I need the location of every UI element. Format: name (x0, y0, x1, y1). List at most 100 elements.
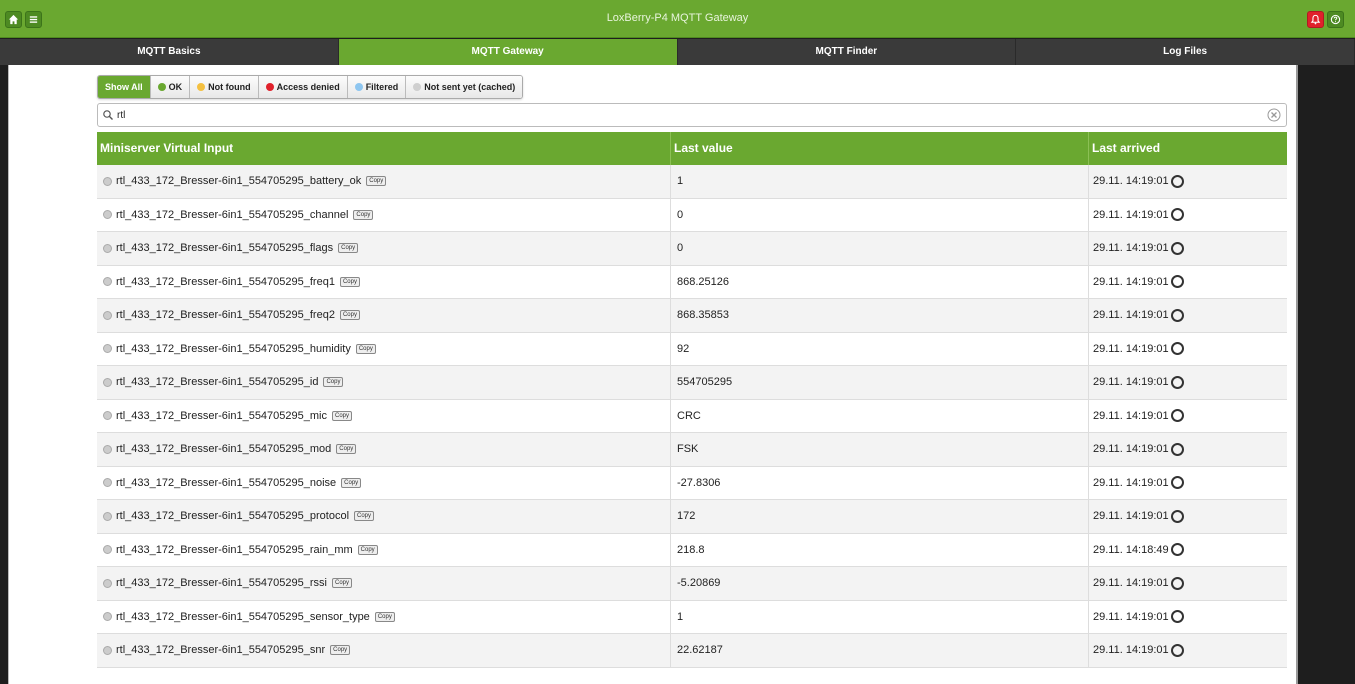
copy-button[interactable]: Copy (323, 377, 344, 388)
virtual-inputs-table: Miniserver Virtual Input Last value Last… (97, 132, 1287, 668)
table-row: rtl_433_172_Bresser-6in1_554705295_humid… (97, 332, 1287, 366)
filter-filtered-button[interactable]: Filtered (347, 76, 407, 98)
filter-access-denied-button[interactable]: Access denied (258, 76, 348, 98)
last-arrived: 29.11. 14:19:01 (1093, 376, 1169, 389)
filter-not-found-button[interactable]: Not found (190, 76, 259, 98)
column-header-value[interactable]: Last value (671, 132, 1089, 165)
circle-icon[interactable] (1170, 208, 1184, 222)
filter-not-sent-button[interactable]: Not sent yet (cached) (406, 76, 523, 98)
table-row: rtl_433_172_Bresser-6in1_554705295_noise… (97, 466, 1287, 500)
copy-button[interactable]: Copy (331, 410, 352, 421)
value-cell: FSK (671, 433, 1089, 466)
copy-button[interactable]: Copy (338, 243, 359, 254)
input-cell: rtl_433_172_Bresser-6in1_554705295_humid… (97, 332, 671, 365)
column-header-input[interactable]: Miniserver Virtual Input (97, 132, 671, 165)
bell-icon[interactable] (1307, 11, 1324, 28)
input-name: rtl_433_172_Bresser-6in1_554705295_noise (116, 476, 337, 489)
value-cell: 1 (671, 165, 1089, 198)
copy-button[interactable]: Copy (339, 310, 360, 321)
circle-icon[interactable] (1170, 643, 1184, 657)
last-value: 868.35853 (677, 309, 729, 322)
last-value: 0 (677, 208, 684, 221)
filter-label: Show All (105, 82, 143, 92)
circle-icon[interactable] (1170, 375, 1184, 389)
input-cell: rtl_433_172_Bresser-6in1_554705295_mic Co… (97, 399, 671, 432)
access-denied-status-icon (265, 83, 274, 91)
circle-icon[interactable] (1170, 409, 1184, 423)
filtered-status-icon (354, 83, 363, 91)
circle-icon[interactable] (1170, 241, 1184, 255)
circle-icon[interactable] (1170, 275, 1184, 289)
last-value: 218.8 (677, 543, 705, 556)
arrived-cell: 29.11. 14:19:01 (1089, 299, 1287, 332)
input-name: rtl_433_172_Bresser-6in1_554705295_rssi (116, 577, 327, 590)
input-cell: rtl_433_172_Bresser-6in1_554705295_snr Co… (97, 634, 671, 667)
not-found-status-icon (197, 83, 206, 91)
arrived-cell: 29.11. 14:18:49 (1089, 534, 1287, 567)
help-icon[interactable] (1327, 11, 1344, 28)
circle-icon[interactable] (1170, 476, 1184, 490)
status-icon (103, 277, 112, 287)
value-cell: -5.20869 (671, 567, 1089, 600)
copy-button[interactable]: Copy (353, 209, 374, 220)
copy-button[interactable]: Copy (374, 611, 395, 622)
copy-button[interactable]: Copy (366, 176, 387, 187)
filter-show-all-button[interactable]: Show All (98, 76, 151, 98)
copy-button[interactable]: Copy (341, 477, 362, 488)
copy-button[interactable]: Copy (355, 343, 376, 354)
status-icon (103, 444, 112, 454)
input-name: rtl_433_172_Bresser-6in1_554705295_snr (116, 644, 326, 657)
copy-button[interactable]: Copy (330, 645, 351, 656)
tab-mqtt-gateway[interactable]: MQTT Gateway (338, 39, 678, 65)
clear-search-icon[interactable] (1267, 108, 1281, 122)
copy-button[interactable]: Copy (336, 444, 357, 455)
column-header-arrived[interactable]: Last arrived (1089, 132, 1287, 165)
value-cell: -27.8306 (671, 466, 1089, 499)
last-value: -27.8306 (677, 476, 721, 489)
copy-button[interactable]: Copy (357, 544, 378, 555)
tab-mqtt-finder[interactable]: MQTT Finder (677, 39, 1017, 65)
search-icon (103, 110, 113, 120)
input-cell: rtl_433_172_Bresser-6in1_554705295_senso… (97, 600, 671, 633)
table-row: rtl_433_172_Bresser-6in1_554705295_batte… (97, 165, 1287, 199)
input-cell: rtl_433_172_Bresser-6in1_554705295_rssi C… (97, 567, 671, 600)
table-row: rtl_433_172_Bresser-6in1_554705295_snr Co… (97, 634, 1287, 668)
tab-mqtt-basics[interactable]: MQTT Basics (0, 39, 339, 65)
circle-icon[interactable] (1170, 342, 1184, 356)
table-row: rtl_433_172_Bresser-6in1_554705295_mic Co… (97, 399, 1287, 433)
circle-icon[interactable] (1170, 543, 1184, 557)
last-value: -5.20869 (677, 577, 721, 590)
copy-button[interactable]: Copy (354, 511, 375, 522)
last-value: 92 (677, 342, 690, 355)
circle-icon[interactable] (1170, 576, 1184, 590)
circle-icon[interactable] (1170, 509, 1184, 523)
input-name: rtl_433_172_Bresser-6in1_554705295_senso… (116, 610, 370, 623)
last-arrived: 29.11. 14:19:01 (1093, 409, 1169, 422)
value-cell: CRC (671, 399, 1089, 432)
last-arrived: 29.11. 14:19:01 (1093, 208, 1169, 221)
circle-icon[interactable] (1170, 442, 1184, 456)
filter-label: Filtered (365, 82, 399, 92)
filter-label: Not found (208, 82, 251, 92)
value-cell: 868.25126 (671, 265, 1089, 298)
status-icon (103, 210, 112, 220)
tab-log-files[interactable]: Log Files (1016, 39, 1355, 65)
filter-ok-button[interactable]: OK (150, 76, 191, 98)
circle-icon[interactable] (1170, 610, 1184, 624)
status-filter-bar: Show All OK Not found Access denied Filt… (97, 75, 524, 99)
status-icon (103, 310, 112, 320)
copy-button[interactable]: Copy (339, 276, 360, 287)
input-cell: rtl_433_172_Bresser-6in1_554705295_chann… (97, 198, 671, 231)
circle-icon[interactable] (1170, 308, 1184, 322)
value-cell: 92 (671, 332, 1089, 365)
status-icon (103, 344, 112, 354)
circle-icon[interactable] (1170, 174, 1184, 188)
last-arrived: 29.11. 14:19:01 (1093, 242, 1169, 255)
status-icon (103, 377, 112, 387)
input-cell: rtl_433_172_Bresser-6in1_554705295_id Cop… (97, 366, 671, 399)
search-input[interactable] (117, 109, 1217, 121)
status-icon (103, 612, 112, 622)
status-icon (103, 243, 112, 253)
copy-button[interactable]: Copy (331, 578, 352, 589)
table-row: rtl_433_172_Bresser-6in1_554705295_proto… (97, 500, 1287, 534)
